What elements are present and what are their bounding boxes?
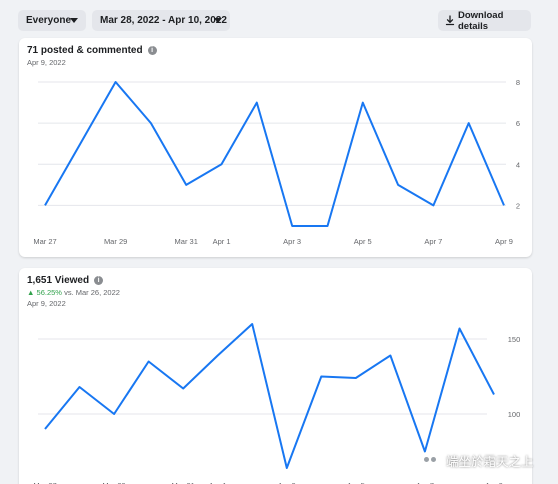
posted-commented-card: 71 posted & commented i Apr 9, 2022 2468… bbox=[19, 38, 532, 257]
download-details-label: Download details bbox=[458, 9, 504, 32]
chevron-down-icon bbox=[214, 18, 222, 23]
download-details-button[interactable]: Download details bbox=[438, 9, 531, 32]
series-line bbox=[44, 81, 505, 227]
x-tick-label: Apr 1 bbox=[213, 237, 231, 246]
watermark: 端坐於霜天之上 bbox=[421, 448, 549, 472]
y-tick-label: 8 bbox=[516, 78, 520, 87]
x-tick-label: Mar 29 bbox=[104, 237, 127, 246]
x-tick-label: Apr 3 bbox=[283, 237, 301, 246]
audience-dropdown-label: Everyone bbox=[26, 15, 72, 26]
x-tick-label: Apr 5 bbox=[354, 237, 372, 246]
x-tick-label: Mar 27 bbox=[33, 237, 56, 246]
watermark-text: 端坐於霜天之上 bbox=[446, 454, 534, 469]
download-icon bbox=[445, 15, 455, 26]
x-tick-label: Apr 7 bbox=[424, 237, 442, 246]
x-tick-label: Apr 9 bbox=[495, 237, 513, 246]
y-tick-label: 2 bbox=[516, 201, 520, 210]
wechat-icon bbox=[421, 451, 439, 469]
x-tick-label: Mar 31 bbox=[175, 237, 198, 246]
date-range-label: Mar 28, 2022 - Apr 10, 2022 bbox=[100, 15, 227, 26]
posted-commented-chart: 2 4 6 8 Mar 27 Mar 29 Mar 31 Apr 1 Apr 3 Apr 5 Apr… bbox=[33, 78, 520, 246]
date-range-dropdown[interactable]: Mar 28, 2022 - Apr 10, 2022 bbox=[92, 10, 230, 31]
y-tick-label: 150 bbox=[508, 335, 521, 344]
toolbar: Everyone Mar 28, 2022 - Apr 10, 2022 Dow… bbox=[0, 0, 558, 38]
y-tick-label: 6 bbox=[516, 119, 520, 128]
y-tick-label: 4 bbox=[516, 160, 520, 169]
chevron-down-icon bbox=[70, 18, 78, 23]
audience-dropdown[interactable]: Everyone bbox=[18, 10, 86, 31]
series-line bbox=[44, 323, 495, 469]
y-tick-label: 100 bbox=[508, 410, 521, 419]
